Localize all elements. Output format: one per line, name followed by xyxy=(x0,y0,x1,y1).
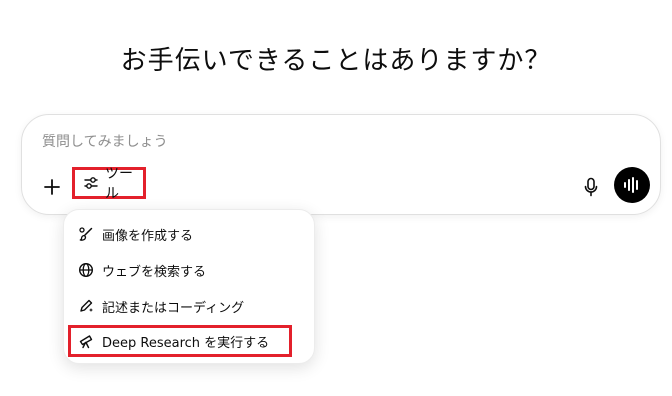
voice-mode-button[interactable] xyxy=(614,167,650,203)
waveform-icon xyxy=(623,177,641,193)
telescope-icon xyxy=(78,333,94,349)
menu-item-label: ウェブを検索する xyxy=(102,264,207,280)
menu-item-label: 画像を作成する xyxy=(102,228,194,244)
prompt-input[interactable] xyxy=(42,131,622,153)
tools-button[interactable]: ツール xyxy=(72,166,146,202)
sliders-icon xyxy=(83,175,99,191)
menu-item-deep-research[interactable]: Deep Research を実行する xyxy=(68,325,292,357)
menu-item-label: 記述またはコーディング xyxy=(102,300,245,316)
globe-icon xyxy=(78,262,94,278)
menu-item-label: Deep Research を実行する xyxy=(102,335,270,351)
add-button[interactable] xyxy=(40,175,64,199)
menu-item-search-web[interactable]: ウェブを検索する xyxy=(68,254,288,286)
pen-sparkle-icon xyxy=(78,298,94,314)
brush-icon xyxy=(78,226,94,242)
microphone-icon xyxy=(583,177,599,197)
menu-item-write-code[interactable]: 記述またはコーディング xyxy=(68,290,288,322)
plus-icon xyxy=(43,178,61,196)
tools-label: ツール xyxy=(105,166,133,202)
menu-item-create-image[interactable]: 画像を作成する xyxy=(68,218,288,250)
prompt-composer: ツール xyxy=(21,114,661,215)
microphone-button[interactable] xyxy=(580,175,602,199)
tools-menu: 画像を作成する ウェブを検索する 記述またはコーディング Deep Resear… xyxy=(63,209,315,364)
page-title: お手伝いできることはありますか？ xyxy=(120,46,552,76)
